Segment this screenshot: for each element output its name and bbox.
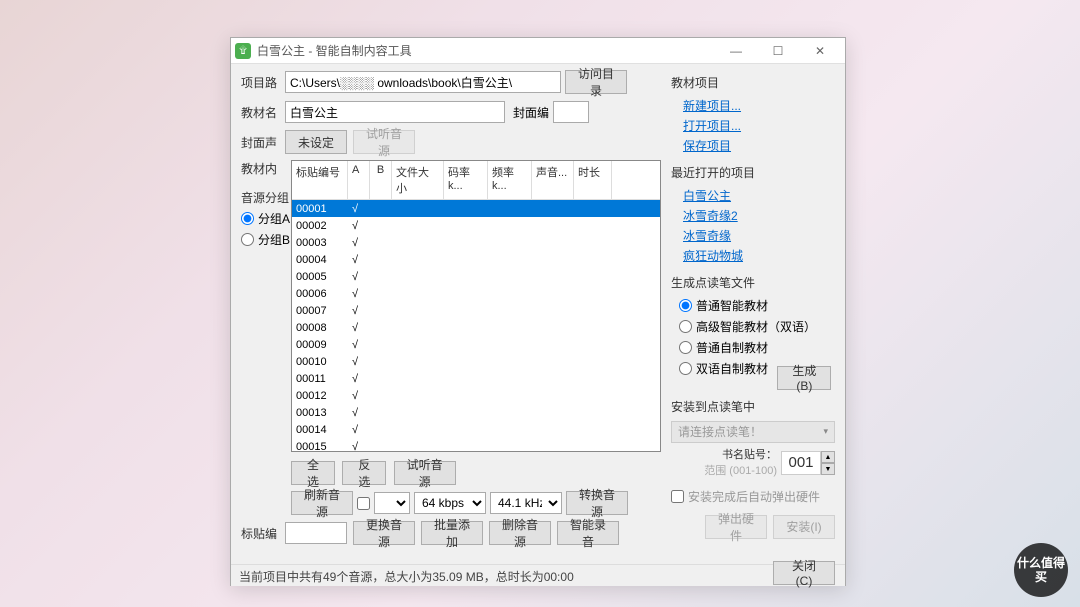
table-row[interactable]: 00014√ [292,421,660,438]
table-row[interactable]: 00004√ [292,251,660,268]
gen-option-radio[interactable]: 高级智能教材（双语） [679,318,835,335]
table-row[interactable]: 00011√ [292,370,660,387]
minimize-button[interactable]: — [715,38,757,64]
gen-section-title: 生成点读笔文件 [671,274,835,291]
preview-cover-sound-button[interactable]: 试听音源 [353,130,415,154]
table-row[interactable]: 00010√ [292,353,660,370]
visit-dir-button[interactable]: 访问目录 [565,70,627,94]
replace-audio-button[interactable]: 更换音源 [353,521,415,545]
table-row[interactable]: 00005√ [292,268,660,285]
table-row[interactable]: 00006√ [292,285,660,302]
generate-button[interactable]: 生成(B) [777,366,831,390]
table-row[interactable]: 00002√ [292,217,660,234]
eject-button[interactable]: 弹出硬件 [705,515,767,539]
refresh-audio-button[interactable]: 刷新音源 [291,491,353,515]
audio-table[interactable]: 标贴编号 A B 文件大小 码率k... 频率k... 声音... 时长 000… [291,160,661,452]
maximize-button[interactable]: ☐ [757,38,799,64]
name-input[interactable] [285,101,505,123]
path-label: 项目路 [241,74,285,91]
recent-section-title: 最近打开的项目 [671,164,835,181]
path-input[interactable] [285,71,561,93]
format-select[interactable] [374,492,410,514]
batch-add-button[interactable]: 批量添加 [421,521,483,545]
spin-up-button[interactable]: ▲ [821,451,835,463]
freq-select[interactable]: 44.1 kHz [490,492,562,514]
window-title: 白雪公主 - 智能自制内容工具 [257,42,715,59]
table-row[interactable]: 00008√ [292,319,660,336]
close-app-button[interactable]: 关闭(C) [773,561,835,585]
recent-link[interactable]: 白雪公主 [683,187,835,204]
audio-group-label: 音源分组 [241,189,291,206]
not-set-button[interactable]: 未设定 [285,130,347,154]
cover-sound-label: 封面声 [241,134,285,151]
name-label: 教材名 [241,104,285,121]
table-row[interactable]: 00009√ [292,336,660,353]
save-project-link[interactable]: 保存项目 [683,137,835,154]
range-hint: 范围 (001-100) [704,462,777,478]
install-button[interactable]: 安装(I) [773,515,835,539]
close-button[interactable]: ✕ [799,38,841,64]
recent-link[interactable]: 疯狂动物城 [683,247,835,264]
watermark-badge: 什么值得买 [1014,543,1068,597]
preview-audio-button[interactable]: 试听音源 [394,461,456,485]
right-panel: 教材项目 新建项目... 打开项目... 保存项目 最近打开的项目 白雪公主 冰… [667,64,843,564]
table-row[interactable]: 00003√ [292,234,660,251]
gen-option-radio[interactable]: 双语自制教材 [679,360,768,377]
table-header: 标贴编号 A B 文件大小 码率k... 频率k... 声音... 时长 [292,161,660,200]
table-row[interactable]: 00007√ [292,302,660,319]
titlebar[interactable]: ۩ 白雪公主 - 智能自制内容工具 — ☐ ✕ [231,38,845,64]
table-row[interactable]: 00012√ [292,387,660,404]
auto-eject-checkbox[interactable]: 安装完成后自动弹出硬件 [671,488,835,505]
sticker-label: 标贴编 [241,525,285,542]
bitrate-select[interactable]: 64 kbps [414,492,486,514]
group-b-radio[interactable]: 分组B [241,231,291,248]
chevron-down-icon: ▾ [823,426,828,437]
gen-option-radio[interactable]: 普通智能教材 [679,297,835,314]
convert-checkbox[interactable] [357,497,370,510]
new-project-link[interactable]: 新建项目... [683,97,835,114]
table-row[interactable]: 00001√ [292,200,660,217]
app-window: ۩ 白雪公主 - 智能自制内容工具 — ☐ ✕ 项目路 访问目录 教材名 封面编… [230,37,846,586]
table-row[interactable]: 00015√ [292,438,660,452]
table-row[interactable]: 00013√ [292,404,660,421]
install-device-select[interactable]: 请连接点读笔！ ▾ [671,421,835,443]
book-sticker-label: 书名贴号： [704,449,777,462]
delete-audio-button[interactable]: 删除音源 [489,521,551,545]
cover-num-input[interactable] [553,101,589,123]
open-project-link[interactable]: 打开项目... [683,117,835,134]
cover-num-label: 封面编 [513,104,549,121]
left-panel: 项目路 访问目录 教材名 封面编 封面声 未设定 试听音源 教材内 音源分组 [231,64,667,564]
convert-audio-button[interactable]: 转换音源 [566,491,628,515]
book-sticker-value[interactable]: 001 [781,451,821,475]
sticker-input[interactable] [285,522,347,544]
invert-sel-button[interactable]: 反选 [342,461,386,485]
smart-record-button[interactable]: 智能录音 [557,521,619,545]
install-section-title: 安装到点读笔中 [671,398,835,415]
spin-down-button[interactable]: ▼ [821,463,835,475]
gen-option-radio[interactable]: 普通自制教材 [679,339,835,356]
select-all-button[interactable]: 全选 [291,461,335,485]
group-a-radio[interactable]: 分组A [241,210,291,227]
app-icon: ۩ [235,43,251,59]
content-label: 教材内 [241,160,285,177]
project-section-title: 教材项目 [671,74,835,91]
recent-link[interactable]: 冰雪奇缘2 [683,207,835,224]
recent-link[interactable]: 冰雪奇缘 [683,227,835,244]
